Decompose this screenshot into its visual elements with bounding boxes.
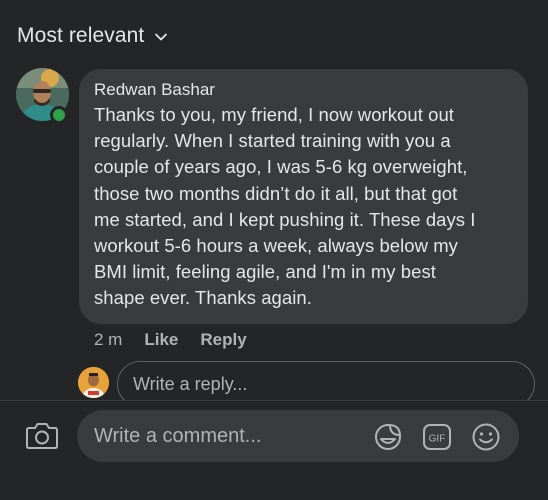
my-avatar-photo [78, 367, 109, 398]
comment-line: regularly. When I started training with … [94, 130, 451, 152]
comment-text: Thanks to you, my friend, I now workout … [94, 102, 514, 312]
comment-author[interactable]: Redwan Bashar [94, 80, 514, 100]
my-avatar [78, 367, 109, 398]
comment-input[interactable] [94, 424, 364, 448]
online-status-dot [50, 106, 68, 124]
camera-icon[interactable] [25, 419, 59, 451]
gif-label: GIF [429, 434, 446, 445]
comment-line: me started, and I kept pushing it. These… [94, 208, 476, 230]
gif-icon[interactable]: GIF [422, 422, 452, 452]
emoji-icon[interactable] [471, 422, 501, 452]
comment-line: Thanks to you, my friend, I now workout … [94, 104, 454, 125]
reply-button[interactable]: Reply [200, 330, 246, 350]
comment-line: couple of years ago, I was 5-6 kg overwe… [94, 156, 468, 178]
chevron-down-icon [155, 33, 168, 41]
sort-label: Most relevant [17, 24, 145, 47]
comment-timestamp[interactable]: 2 m [94, 330, 122, 350]
sticker-icon[interactable] [373, 422, 403, 452]
comment-actions: 2 m Like Reply [94, 330, 247, 350]
comment-line: shape ever. Thanks again. [94, 287, 312, 309]
sort-dropdown[interactable]: Most relevant [17, 24, 168, 48]
comment-field[interactable]: GIF [77, 410, 519, 462]
comment-line: those two months didn’t do it all, but t… [94, 182, 458, 204]
like-button[interactable]: Like [144, 330, 178, 350]
comment-line: workout 5-6 hours a week, always below m… [94, 235, 458, 257]
comment-bubble[interactable]: Redwan Bashar Thanks to you, my friend, … [79, 69, 528, 324]
reply-input[interactable] [133, 373, 534, 395]
comment-line: BMI limit, feeling agile, and I'm in my … [94, 261, 436, 283]
